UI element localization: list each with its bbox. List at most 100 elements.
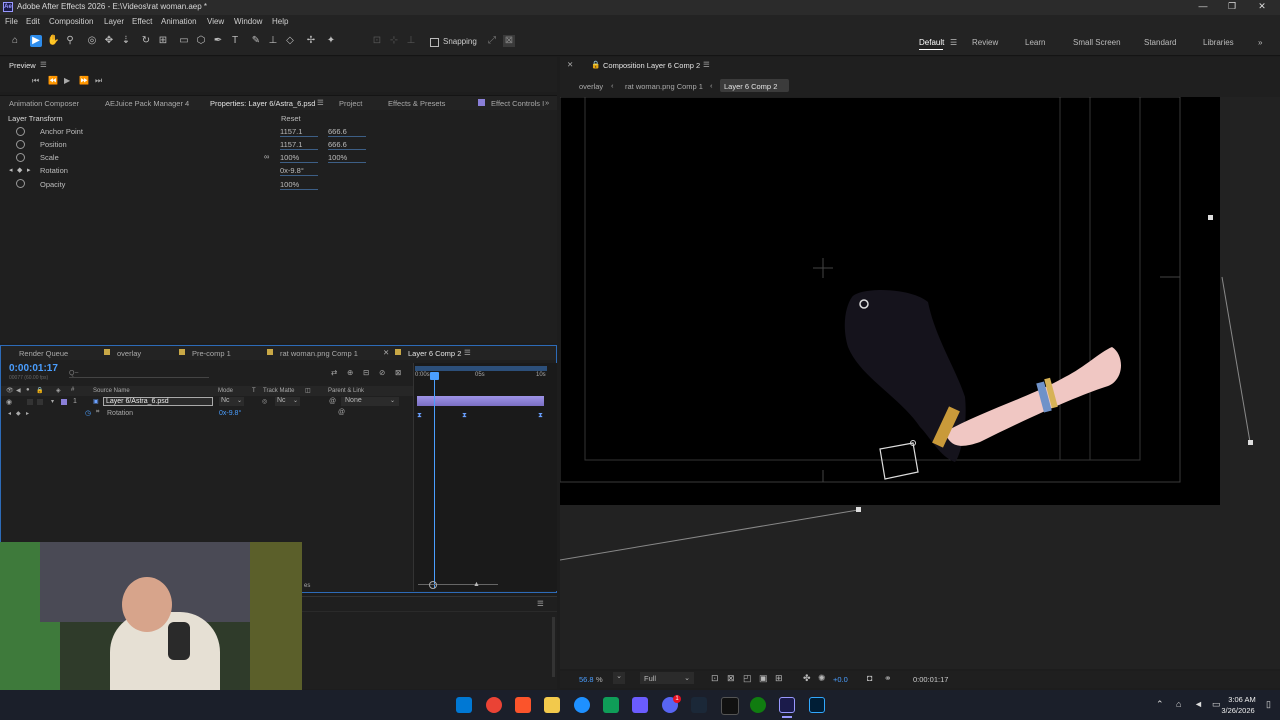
anchor-x-value[interactable]: 1157.1 <box>280 127 318 137</box>
world-axis-icon[interactable]: ⊹ <box>388 35 400 47</box>
anchor-y-value[interactable]: 666.6 <box>328 127 366 137</box>
keyframe-icon[interactable]: ⧗ <box>462 412 467 420</box>
color-settings-icon[interactable]: ✺ <box>818 673 826 684</box>
stopwatch-icon[interactable] <box>16 127 25 136</box>
menu-composition[interactable]: Composition <box>49 17 93 26</box>
draft-3d-icon[interactable]: ⊕ <box>347 368 353 377</box>
channel-icon[interactable]: ✤ <box>803 673 811 684</box>
keyframe-icon[interactable]: ⧗ <box>417 412 422 420</box>
track-matte-select[interactable]: Nc ⌄ <box>275 397 300 406</box>
minimize-button[interactable]: — <box>1190 1 1216 13</box>
layer-duration-bar[interactable] <box>417 396 544 406</box>
next-frame-icon[interactable]: ⏩ <box>79 76 89 85</box>
keyframe-icon[interactable]: ⧗ <box>538 412 543 420</box>
layer-search-input[interactable]: Q~ <box>69 368 209 378</box>
close-tab-icon[interactable]: ✕ <box>383 348 389 357</box>
menu-layer[interactable]: Layer <box>104 17 124 26</box>
windows-start-icon[interactable] <box>456 697 472 713</box>
scrollbar[interactable] <box>552 617 555 677</box>
first-frame-icon[interactable]: ⏮ <box>32 76 39 86</box>
tab-animation-composer[interactable]: Animation Composer <box>9 99 79 108</box>
tabs-overflow-icon[interactable]: » <box>545 98 549 107</box>
lock-panel-icon[interactable]: 🔒 <box>591 60 600 69</box>
tab-overlay[interactable]: overlay <box>117 349 141 358</box>
graph-icon[interactable]: ⌗ <box>96 409 99 416</box>
tab-effects-presets[interactable]: Effects & Presets <box>388 99 445 108</box>
menu-animation[interactable]: Animation <box>161 17 197 26</box>
stopwatch-icon[interactable] <box>16 179 25 188</box>
motion-blur-icon[interactable]: ⊠ <box>395 368 401 377</box>
breadcrumb-layer-6-comp-2[interactable]: Layer 6 Comp 2 <box>724 82 777 91</box>
panel-menu-icon[interactable]: ☰ <box>537 599 544 608</box>
rotation-timeline-value[interactable]: 0x-9.8° <box>219 410 241 417</box>
workspace-small-screen[interactable]: Small Screen <box>1073 38 1121 47</box>
network-icon[interactable]: ⌂ <box>1176 699 1181 709</box>
layer-label-color[interactable] <box>61 399 67 405</box>
after-effects-taskbar-icon[interactable] <box>779 697 795 713</box>
xbox-icon[interactable] <box>750 697 766 713</box>
frame-blending-icon[interactable]: ⊘ <box>379 368 385 377</box>
preview-menu-icon[interactable]: ☰ <box>40 60 47 69</box>
snapshot-camera-icon[interactable]: ◘ <box>867 673 872 683</box>
tab-rat-woman-comp[interactable]: rat woman.png Comp 1 <box>280 349 358 358</box>
workspace-standard[interactable]: Standard <box>1144 38 1176 47</box>
type-tool-icon[interactable]: T <box>229 35 241 47</box>
keyframe-diamond-icon[interactable]: ◆ <box>17 166 22 174</box>
visibility-eye-icon[interactable]: ◉ <box>6 398 12 406</box>
zoom-in-mountain-icon[interactable]: ▲ <box>473 581 480 588</box>
brush-tool-icon[interactable]: ✎ <box>250 35 262 47</box>
tab-project[interactable]: Project <box>339 99 362 108</box>
menu-view[interactable]: View <box>207 17 224 26</box>
play-icon[interactable]: ▶ <box>64 76 70 85</box>
comp-canvas[interactable] <box>560 97 1280 669</box>
puppet-tool-icon[interactable]: ✦ <box>325 35 337 47</box>
parent-pickwhip-icon[interactable]: @ <box>329 398 336 405</box>
mask-visibility-icon[interactable]: ◰ <box>743 673 752 684</box>
tab-layer-6-comp-2[interactable]: Layer 6 Comp 2 <box>408 349 461 358</box>
rotate-tool-icon[interactable]: ↻ <box>140 35 152 47</box>
menu-file[interactable]: File <box>5 17 18 26</box>
edge-icon[interactable] <box>574 697 590 713</box>
pen-tool-icon[interactable]: ✒ <box>212 35 224 47</box>
zoom-tool-icon[interactable]: ⚲ <box>64 35 76 47</box>
tab-properties[interactable]: Properties: Layer 6/Astra_6.psd <box>210 99 315 108</box>
scale-y-value[interactable]: 100% <box>328 153 366 163</box>
roto-brush-tool-icon[interactable]: ✢ <box>305 35 317 47</box>
workspace-default[interactable]: Default <box>919 38 944 47</box>
transparency-grid-icon[interactable]: ⊠ <box>727 673 735 684</box>
properties-menu-icon[interactable]: ☰ <box>317 98 324 107</box>
workspace-libraries[interactable]: Libraries <box>1203 38 1234 47</box>
composition-menu-icon[interactable]: ☰ <box>703 60 710 69</box>
opacity-value[interactable]: 100% <box>280 180 318 190</box>
3d-view-icon[interactable]: ⊞ <box>775 673 783 684</box>
pan-tool-icon[interactable]: ✥ <box>103 35 115 47</box>
dolly-tool-icon[interactable]: ⇣ <box>120 35 132 47</box>
viewer-timecode[interactable]: 0:00:01:17 <box>913 675 948 684</box>
tab-pre-comp-1[interactable]: Pre-comp 1 <box>192 349 231 358</box>
constrain-proportions-link-icon[interactable]: ∞ <box>264 152 269 161</box>
position-x-value[interactable]: 1157.1 <box>280 140 318 150</box>
shape-3d-tool-icon[interactable]: ⬡ <box>195 35 207 47</box>
selection-tool-icon[interactable]: ▶ <box>30 35 42 47</box>
stopwatch-icon[interactable] <box>16 153 25 162</box>
maximize-button[interactable]: ❐ <box>1219 1 1245 13</box>
next-keyframe-icon[interactable]: ▸ <box>27 166 31 174</box>
snap-grid-icon[interactable]: ⊠ <box>503 35 515 47</box>
guides-icon[interactable]: ▣ <box>759 673 768 684</box>
workspace-review[interactable]: Review <box>972 38 998 47</box>
anchor-tool-icon[interactable]: ⊞ <box>157 35 169 47</box>
snap-option-icon[interactable]: ⤢ <box>486 35 498 47</box>
blend-mode-select[interactable]: Nc ⌄ <box>219 397 244 406</box>
rectangle-tool-icon[interactable]: ▭ <box>178 35 190 47</box>
zoom-slider-handle[interactable] <box>429 581 437 589</box>
stopwatch-icon[interactable]: ◷ <box>85 409 91 417</box>
zoom-value[interactable]: 56.8 <box>579 675 594 684</box>
notification-bell-icon[interactable]: ▯ <box>1266 699 1271 710</box>
prev-keyframe-icon[interactable]: ◂ <box>8 410 11 417</box>
playhead-line[interactable] <box>434 372 435 588</box>
tab-effect-controls[interactable]: Effect Controls I <box>491 99 544 108</box>
current-timecode[interactable]: 0:00:01:17 <box>9 363 58 374</box>
tab-aejuice[interactable]: AEJuice Pack Manager 4 <box>105 99 189 108</box>
clock-time[interactable]: 3:06 AM <box>1222 695 1262 704</box>
menu-edit[interactable]: Edit <box>26 17 40 26</box>
